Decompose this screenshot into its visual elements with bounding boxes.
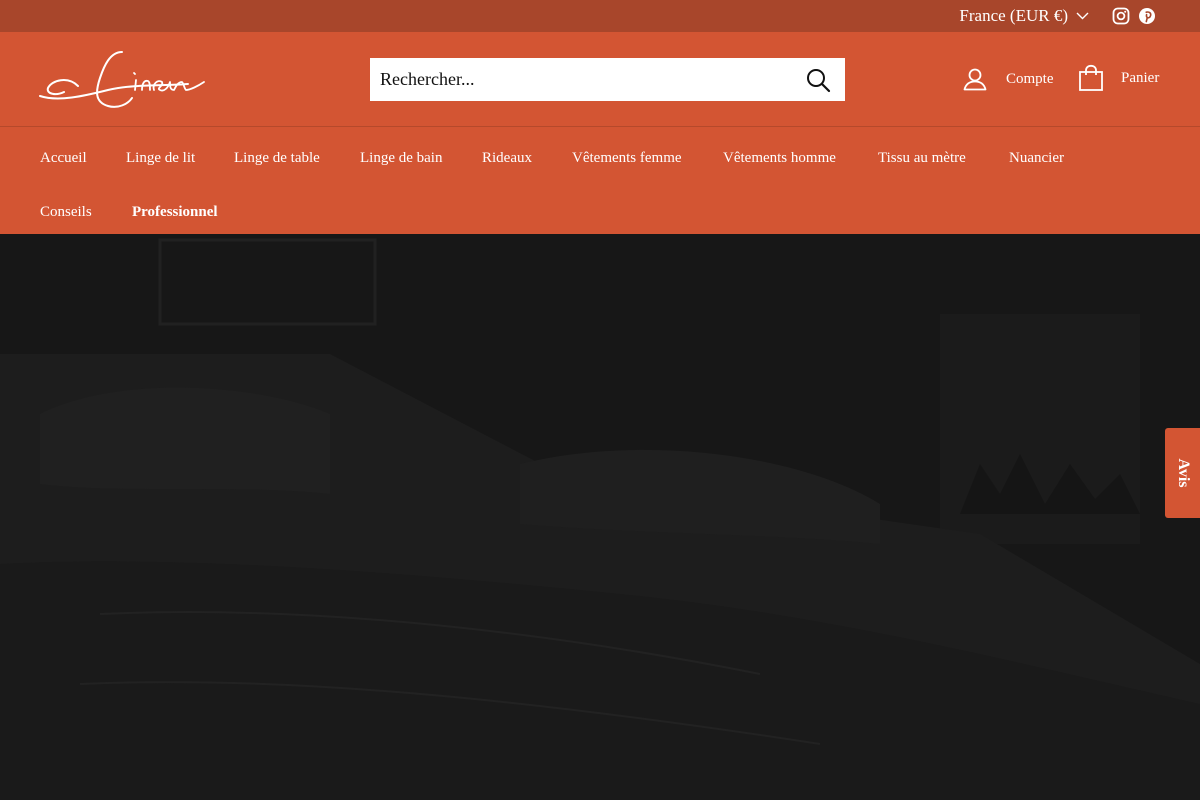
reviews-tab[interactable]: Avis xyxy=(1165,428,1200,518)
search-input[interactable] xyxy=(370,58,790,101)
account-link[interactable]: Compte xyxy=(962,66,1054,92)
site-header: Compte Panier Accueil Linge de lit Linge… xyxy=(0,32,1200,234)
reviews-tab-label: Avis xyxy=(1174,458,1192,488)
search-bar xyxy=(370,58,845,101)
nav-item-nuancier[interactable]: Nuancier xyxy=(1009,150,1064,167)
nav-item-rideaux[interactable]: Rideaux xyxy=(482,150,532,167)
nav-item-linge-de-table[interactable]: Linge de table xyxy=(234,150,320,167)
header-divider xyxy=(0,126,1200,127)
currency-label: France (EUR €) xyxy=(959,6,1068,25)
currency-selector[interactable]: France (EUR €) xyxy=(959,6,1089,26)
nav-item-vetements-femme[interactable]: Vêtements femme xyxy=(572,150,682,167)
utility-bar: France (EUR €) xyxy=(0,0,1200,32)
user-icon xyxy=(963,68,987,91)
linen-logo[interactable] xyxy=(38,46,210,112)
cart-link[interactable]: Panier xyxy=(1078,64,1159,92)
instagram-icon[interactable] xyxy=(1112,7,1130,25)
shopping-bag-icon xyxy=(1079,64,1103,91)
hero-background-image xyxy=(0,234,1200,800)
hero-banner xyxy=(0,234,1200,800)
search-icon[interactable] xyxy=(805,67,831,93)
nav-item-professionnel[interactable]: Professionnel xyxy=(132,204,218,221)
chevron-down-icon xyxy=(1076,12,1089,20)
nav-item-linge-de-bain[interactable]: Linge de bain xyxy=(360,150,442,167)
nav-item-accueil[interactable]: Accueil xyxy=(40,150,87,167)
cart-label: Panier xyxy=(1121,69,1160,86)
nav-item-vetements-homme[interactable]: Vêtements homme xyxy=(723,150,836,167)
account-label: Compte xyxy=(1006,70,1054,87)
nav-item-conseils[interactable]: Conseils xyxy=(40,204,92,221)
pinterest-icon[interactable] xyxy=(1138,7,1156,25)
nav-item-tissu-au-metre[interactable]: Tissu au mètre xyxy=(878,150,966,167)
nav-item-linge-de-lit[interactable]: Linge de lit xyxy=(126,150,195,167)
